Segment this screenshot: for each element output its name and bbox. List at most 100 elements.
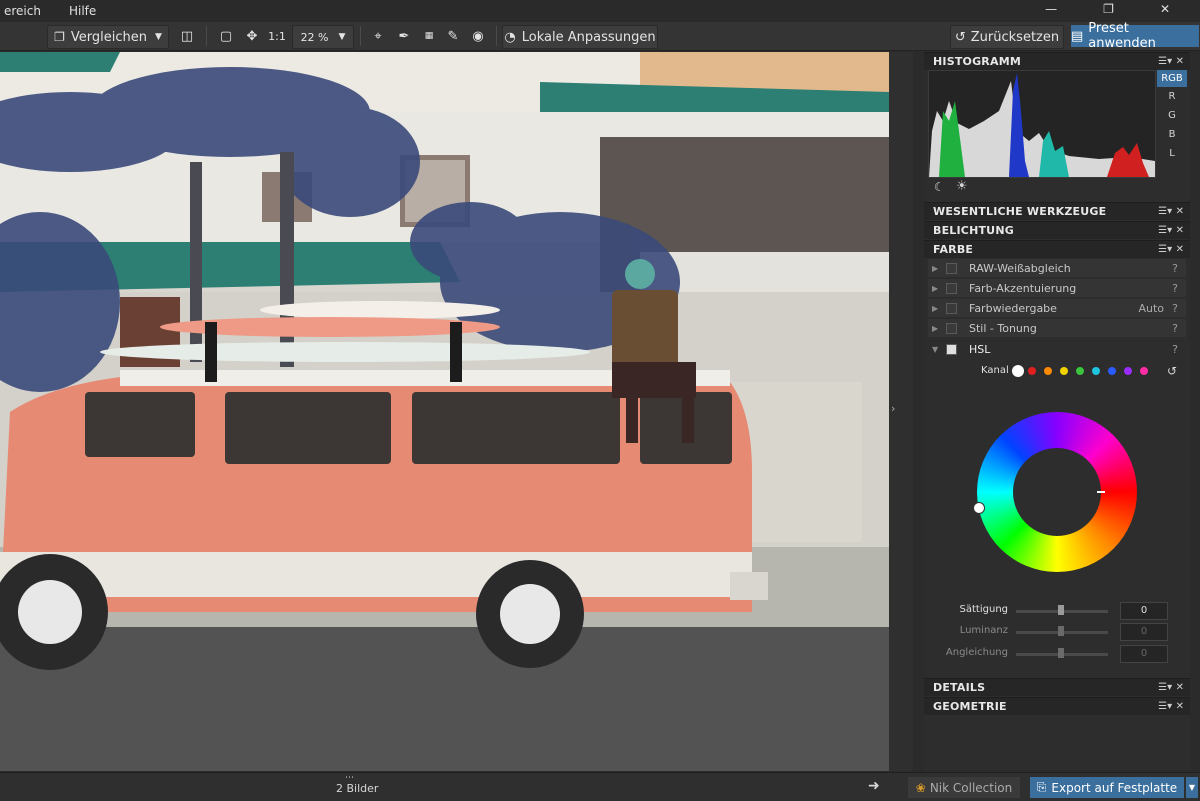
geometry-header[interactable]: GEOMETRIE ☰▾ ✕ [924, 697, 1190, 715]
essentials-header[interactable]: WESENTLICHE WERKZEUGE ☰▾ ✕ [924, 202, 1190, 220]
help-icon[interactable]: ? [1172, 262, 1178, 275]
channel-swatch[interactable] [1076, 367, 1084, 375]
eyedropper-icon[interactable]: ✒ [394, 25, 414, 47]
tool-hsl[interactable]: ▼ HSL ? [928, 340, 1186, 358]
channel-swatch[interactable] [1044, 367, 1052, 375]
help-icon[interactable]: ? [1172, 302, 1178, 315]
local-adjustments-button[interactable]: ◔ Lokale Anpassungen [502, 25, 658, 49]
hue-wheel-center [1013, 448, 1101, 536]
section-menu-icon[interactable]: ☰▾ ✕ [1158, 682, 1184, 693]
tool-label: Stil - Tonung [969, 321, 1037, 335]
histogram-header[interactable]: HISTOGRAMM ☰▾ ✕ [924, 52, 1190, 70]
red-eye-icon[interactable]: ▦ [418, 25, 440, 47]
tool-raw-white-balance[interactable]: ▶ RAW-Weißabgleich ? [928, 259, 1186, 277]
section-menu-icon[interactable]: ☰▾ ✕ [1158, 701, 1184, 712]
chevron-right-icon[interactable]: ▶ [932, 284, 946, 293]
exposure-header[interactable]: BELICHTUNG ☰▾ ✕ [924, 221, 1190, 239]
channel-swatch[interactable] [1028, 367, 1036, 375]
saturation-slider-thumb[interactable] [1058, 605, 1064, 615]
channel-swatch[interactable] [1060, 367, 1068, 375]
channel-swatch[interactable] [1012, 365, 1024, 377]
tool-toggle[interactable] [946, 302, 957, 314]
blending-input[interactable]: 0 [1120, 645, 1168, 663]
section-menu-icon[interactable]: ☰▾ ✕ [1158, 56, 1184, 67]
export-chevron-icon[interactable]: ▼ [1186, 777, 1198, 798]
compare-button[interactable]: ❐ Vergleichen ▼ [47, 25, 169, 49]
ratio-button[interactable]: 1:1 [266, 25, 288, 47]
zoom-select[interactable]: 22 % ▼ [292, 25, 354, 49]
channel-rgb[interactable]: RGB [1157, 70, 1187, 87]
chevron-down-icon[interactable]: ▼ [932, 345, 946, 354]
tool-toggle[interactable] [946, 262, 957, 274]
saturation-label: Sättigung [959, 604, 1008, 615]
geometry-title: GEOMETRIE [933, 700, 1007, 713]
nik-icon: ❀ [915, 780, 926, 795]
chevron-down-icon[interactable]: ▼ [155, 32, 162, 42]
highlight-clipping-icon[interactable]: ☀ [956, 179, 968, 194]
restore-icon[interactable]: ❐ [1103, 2, 1114, 16]
tool-style-toning[interactable]: ▶ Stil - Tonung ? [928, 319, 1186, 337]
saturation-input[interactable]: 0 [1120, 602, 1168, 620]
chevron-right-icon[interactable]: ▶ [932, 304, 946, 313]
reset-button[interactable]: ↺ Zurücksetzen [950, 25, 1064, 49]
chevron-right-icon[interactable]: › [891, 402, 895, 415]
move-icon[interactable]: ✥ [242, 25, 262, 47]
tool-toggle[interactable] [946, 282, 957, 294]
menu-item-bereich[interactable]: ereich [4, 4, 41, 18]
preview-eye-icon[interactable]: ◉ [468, 25, 488, 47]
color-title: FARBE [933, 243, 974, 256]
tool-label: Farbwiedergabe [969, 301, 1057, 315]
exposure-title: BELICHTUNG [933, 224, 1014, 237]
tool-color-rendering[interactable]: ▶ Farbwiedergabe Auto ? [928, 299, 1186, 317]
channel-swatch[interactable] [1140, 367, 1148, 375]
next-arrow-icon[interactable]: ➜ [868, 778, 880, 794]
repair-icon[interactable]: ✎ [443, 25, 463, 47]
hue-handle[interactable] [973, 502, 985, 514]
help-icon[interactable]: ? [1172, 282, 1178, 295]
zoom-value: 22 % [300, 30, 329, 44]
section-menu-icon[interactable]: ☰▾ ✕ [1158, 244, 1184, 255]
chevron-right-icon[interactable]: ▶ [932, 324, 946, 333]
preset-apply-button[interactable]: ▤ Preset anwenden [1071, 21, 1199, 51]
channel-r[interactable]: R [1157, 87, 1187, 106]
photo-canvas[interactable] [0, 52, 889, 771]
chevron-right-icon[interactable]: ▶ [932, 264, 946, 273]
minimize-icon[interactable]: — [1045, 2, 1057, 16]
channel-l[interactable]: L [1157, 144, 1187, 163]
blending-slider-thumb[interactable] [1058, 648, 1064, 658]
luminance-input[interactable]: 0 [1120, 623, 1168, 641]
hue-wheel[interactable] [973, 412, 1137, 572]
help-icon[interactable]: ? [1172, 322, 1178, 335]
shadow-clipping-icon[interactable]: ☾ [934, 180, 945, 194]
luminance-slider-thumb[interactable] [1058, 626, 1064, 636]
details-header[interactable]: DETAILS ☰▾ ✕ [924, 678, 1190, 696]
crop-icon[interactable]: ⌖ [368, 25, 388, 47]
help-icon[interactable]: ? [1172, 343, 1178, 356]
close-icon[interactable]: ✕ [1160, 2, 1170, 16]
tool-color-accent[interactable]: ▶ Farb-Akzentuierung ? [928, 279, 1186, 297]
split-view-icon[interactable]: ◫ [176, 25, 198, 47]
channel-swatch[interactable] [1092, 367, 1100, 375]
section-menu-icon[interactable]: ☰▾ ✕ [1158, 225, 1184, 236]
channel-g[interactable]: G [1157, 106, 1187, 125]
tool-toggle[interactable] [946, 322, 957, 334]
blending-label: Angleichung [945, 647, 1008, 658]
fit-screen-icon[interactable]: ▢ [216, 25, 236, 47]
color-header[interactable]: FARBE ☰▾ ✕ [924, 240, 1190, 258]
export-disk-button[interactable]: ⎘ Export auf Festplatte [1030, 777, 1184, 798]
reset-channel-icon[interactable]: ↺ [1167, 364, 1177, 378]
channel-swatch[interactable] [1108, 367, 1116, 375]
nik-collection-button[interactable]: ❀ Nik Collection [908, 777, 1020, 798]
channel-b[interactable]: B [1157, 125, 1187, 144]
panel-collapse-strip[interactable]: › [889, 52, 913, 771]
channel-swatch[interactable] [1124, 367, 1132, 375]
reset-icon: ↺ [954, 29, 966, 45]
tool-toggle[interactable] [946, 343, 957, 355]
preset-icon: ▤ [1071, 28, 1084, 44]
local-adjust-icon: ◔ [504, 29, 516, 45]
photo-image [0, 52, 889, 771]
saturation-row: Sättigung 0 [924, 602, 1190, 620]
menu-item-hilfe[interactable]: Hilfe [69, 4, 96, 18]
hue-marker [1097, 491, 1105, 493]
section-menu-icon[interactable]: ☰▾ ✕ [1158, 206, 1184, 217]
